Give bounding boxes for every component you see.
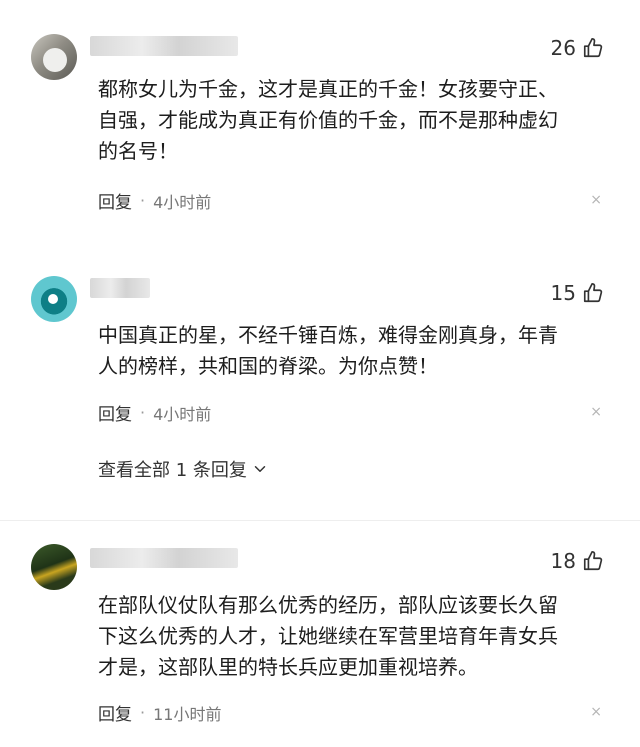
comment-text: 在部队仪仗队有那么优秀的经历，部队应该要长久留 下这么优秀的人才，让她继续在军营…: [98, 590, 608, 683]
comment-text: 中国真正的星，不经千锤百炼，难得金刚真身，年青 人的榜样，共和国的脊梁。为你点赞…: [98, 320, 608, 382]
divider: [0, 520, 640, 521]
separator: ·: [140, 403, 146, 422]
avatar[interactable]: [31, 544, 77, 590]
like-count: 26: [550, 36, 576, 60]
comment-line: 在部队仪仗队有那么优秀的经历，部队应该要长久留: [98, 593, 558, 617]
like-button[interactable]: 15: [551, 281, 604, 305]
comment-line: 的名号！: [98, 139, 178, 163]
comment-text: 都称女儿为千金，这才是真正的千金！女孩要守正、 自强，才能成为真正有价值的千金，…: [98, 74, 608, 167]
close-icon[interactable]: ×: [590, 704, 602, 720]
comment-line: 人的榜样，共和国的脊梁。为你点赞！: [98, 354, 438, 378]
like-count: 18: [550, 549, 576, 573]
comment-meta: 回复 · 4小时前: [98, 400, 211, 425]
reply-button[interactable]: 回复: [98, 700, 132, 725]
like-button[interactable]: 26: [551, 36, 604, 60]
reply-button[interactable]: 回复: [98, 400, 132, 425]
comment-line: 才是，这部队里的特长兵应更加重视培养。: [98, 655, 478, 679]
username-blurred[interactable]: [90, 548, 238, 568]
avatar[interactable]: [31, 276, 77, 322]
view-replies-label: 查看全部 1 条回复: [98, 460, 247, 481]
comment-meta: 回复 · 4小时前: [98, 188, 211, 213]
separator: ·: [140, 191, 146, 210]
username-blurred[interactable]: [90, 36, 238, 56]
thumbs-up-icon: [583, 283, 603, 303]
comment-meta: 回复 · 11小时前: [98, 700, 221, 725]
close-icon[interactable]: ×: [590, 404, 602, 420]
like-button[interactable]: 18: [551, 549, 604, 573]
separator: ·: [140, 703, 146, 722]
comment-line: 下这么优秀的人才，让她继续在军营里培育年青女兵: [98, 624, 558, 648]
reply-button[interactable]: 回复: [98, 188, 132, 213]
timestamp: 4小时前: [153, 404, 212, 424]
comment-line: 都称女儿为千金，这才是真正的千金！女孩要守正、: [98, 77, 558, 101]
thumbs-up-icon: [583, 38, 603, 58]
username-blurred[interactable]: [90, 278, 150, 298]
comment-line: 中国真正的星，不经千锤百炼，难得金刚真身，年青: [98, 323, 558, 347]
timestamp: 4小时前: [153, 192, 212, 212]
thumbs-up-icon: [583, 551, 603, 571]
comment-line: 自强，才能成为真正有价值的千金，而不是那种虚幻: [98, 108, 558, 132]
like-count: 15: [550, 281, 576, 305]
chevron-down-icon: [254, 466, 266, 472]
close-icon[interactable]: ×: [590, 192, 602, 208]
view-replies-link[interactable]: 查看全部 1 条回复: [98, 456, 269, 482]
timestamp: 11小时前: [153, 704, 222, 724]
avatar[interactable]: [31, 34, 77, 80]
